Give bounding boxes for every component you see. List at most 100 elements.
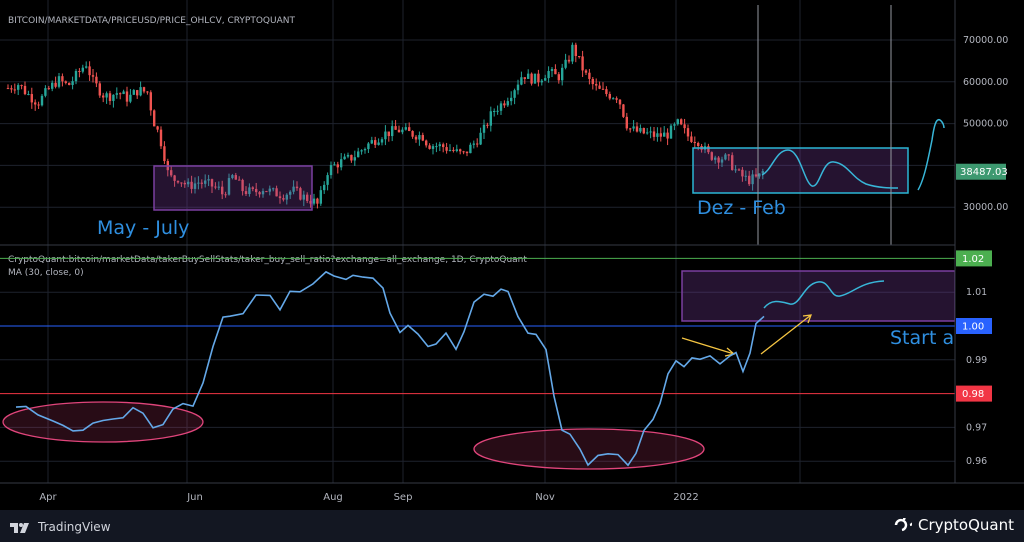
candle-body bbox=[435, 146, 438, 148]
top-y-tick-label: 50000.00 bbox=[963, 119, 1008, 130]
annotation-dez-feb: Dez - Feb bbox=[697, 197, 786, 219]
candle-body bbox=[153, 110, 156, 127]
candle-body bbox=[102, 95, 105, 98]
candle-body bbox=[30, 94, 33, 103]
candle-body bbox=[418, 135, 421, 140]
x-tick-label: Jun bbox=[186, 492, 203, 503]
candle-body bbox=[122, 91, 125, 94]
candle-body bbox=[499, 103, 503, 111]
candle-body bbox=[159, 129, 163, 147]
candle-body bbox=[469, 144, 472, 154]
candle-body bbox=[346, 154, 350, 157]
candle-body bbox=[584, 70, 588, 73]
candle-body bbox=[47, 88, 50, 90]
candle-body bbox=[319, 190, 322, 204]
candle-body bbox=[591, 78, 594, 85]
candle-body bbox=[533, 73, 537, 84]
candle-body bbox=[370, 140, 373, 144]
candle-body bbox=[513, 90, 516, 98]
candle-body bbox=[527, 73, 530, 79]
candle-body bbox=[115, 93, 118, 95]
candle-body bbox=[95, 76, 98, 84]
candle-body bbox=[34, 102, 37, 105]
candle-body bbox=[537, 73, 540, 83]
candle-body bbox=[482, 124, 486, 133]
candle-body bbox=[489, 111, 492, 126]
candle-body bbox=[129, 94, 132, 102]
candle-body bbox=[17, 85, 20, 90]
bottom-y-tick-label: 1.01 bbox=[966, 287, 987, 298]
candle-body bbox=[615, 98, 618, 100]
candle-body bbox=[98, 83, 101, 96]
candle-body bbox=[404, 127, 407, 130]
candle-body bbox=[486, 124, 489, 126]
candle-body bbox=[6, 88, 10, 90]
candle-body bbox=[88, 66, 91, 76]
candle-body bbox=[27, 94, 30, 96]
candle-body bbox=[139, 87, 142, 96]
candle-body bbox=[119, 93, 122, 95]
candle-body bbox=[384, 131, 387, 140]
candle-body bbox=[472, 143, 475, 145]
candle-body bbox=[663, 132, 666, 137]
candle-body bbox=[608, 94, 611, 99]
candle-body bbox=[136, 90, 139, 96]
top-y-tick-label: 70000.00 bbox=[963, 35, 1008, 46]
candle-body bbox=[363, 149, 367, 151]
candle-body bbox=[540, 80, 543, 83]
candle-body bbox=[91, 75, 95, 77]
candle-body bbox=[57, 76, 61, 87]
candle-body bbox=[445, 147, 448, 151]
cryptoquant-icon bbox=[894, 518, 912, 532]
candle-body bbox=[64, 81, 67, 83]
chart-canvas: BITCOIN/MARKETDATA/PRICEUSD/PRICE_OHLCV,… bbox=[0, 0, 1024, 510]
candle-body bbox=[612, 98, 615, 100]
candle-body bbox=[547, 71, 550, 79]
purple-range-box-may-july bbox=[153, 165, 313, 211]
candle-body bbox=[459, 149, 462, 152]
x-tick-label: Aug bbox=[323, 492, 343, 503]
candle-body bbox=[326, 175, 329, 185]
candle-body bbox=[78, 71, 81, 73]
candle-body bbox=[659, 133, 662, 137]
candle-body bbox=[632, 126, 635, 129]
candle-body bbox=[601, 88, 605, 90]
candle-body bbox=[343, 156, 346, 160]
candle-body bbox=[108, 93, 112, 101]
candle-body bbox=[367, 143, 370, 150]
candle-body bbox=[455, 149, 458, 151]
candle-body bbox=[462, 151, 465, 153]
tradingview-label: TradingView bbox=[38, 520, 111, 534]
level-badge-label: 1.02 bbox=[962, 254, 984, 265]
candle-body bbox=[23, 85, 27, 95]
candle-body bbox=[605, 89, 608, 95]
x-tick-label: 2022 bbox=[673, 492, 698, 503]
candle-body bbox=[618, 99, 622, 105]
candle-body bbox=[639, 128, 642, 132]
candle-body bbox=[452, 149, 455, 151]
candle-body bbox=[506, 101, 509, 106]
candle-body bbox=[387, 131, 390, 137]
candle-body bbox=[635, 126, 639, 132]
candle-body bbox=[391, 126, 394, 137]
candle-body bbox=[105, 93, 108, 98]
candle-body bbox=[690, 136, 693, 142]
candle-body bbox=[411, 131, 414, 137]
candle-body bbox=[523, 77, 526, 79]
candle-body bbox=[377, 142, 380, 145]
candle-body bbox=[333, 164, 336, 166]
candle-body bbox=[564, 59, 567, 68]
candle-body bbox=[520, 77, 523, 85]
cryptoquant-logo[interactable]: CryptoQuant bbox=[894, 516, 1014, 534]
cryptoquant-label: CryptoQuant bbox=[918, 516, 1014, 534]
candle-body bbox=[401, 129, 404, 133]
candle-body bbox=[598, 85, 601, 89]
candle-body bbox=[622, 104, 625, 117]
candle-body bbox=[380, 139, 384, 143]
candle-body bbox=[340, 159, 343, 168]
candle-body bbox=[146, 91, 149, 93]
tradingview-logo[interactable]: TradingView bbox=[10, 518, 111, 536]
candle-body bbox=[561, 67, 564, 81]
bottom-panel-header: CryptoQuant:bitcoin/marketData/takerBuyS… bbox=[8, 255, 527, 265]
candle-body bbox=[625, 116, 628, 129]
